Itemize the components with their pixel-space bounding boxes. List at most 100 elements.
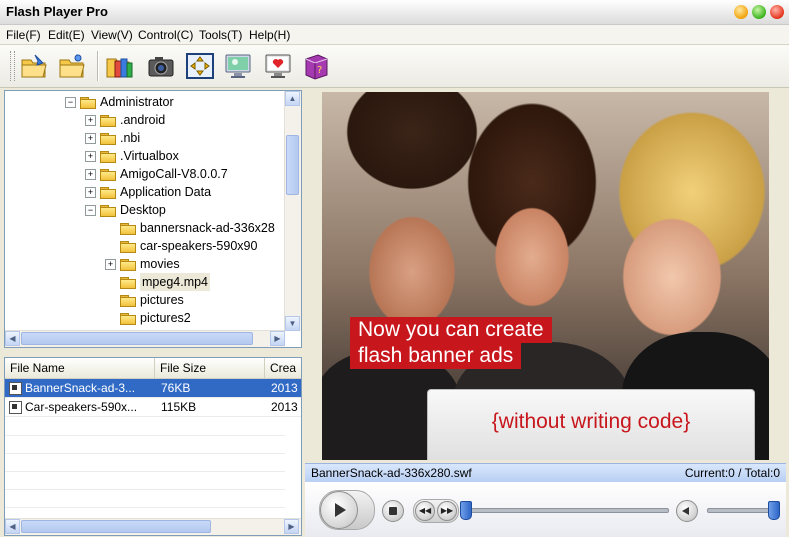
folder-icon: [80, 96, 96, 109]
screen-heart-icon[interactable]: [262, 50, 294, 82]
tree-item-label: .Virtualbox: [120, 149, 179, 163]
grid-line: [5, 489, 285, 490]
play-counter: Current:0 / Total:0: [684, 466, 780, 480]
tree-item[interactable]: + .Virtualbox: [5, 147, 283, 165]
tree-expander[interactable]: −: [85, 205, 96, 216]
library-icon[interactable]: [104, 50, 136, 82]
column-file-size[interactable]: File Size: [155, 358, 265, 378]
folder-icon: [120, 294, 136, 307]
tree-item[interactable]: mpeg4.mp4: [5, 273, 283, 291]
file-row[interactable]: BannerSnack-ad-3... 76KB 2013: [5, 379, 301, 398]
menu-view[interactable]: View(V): [91, 28, 133, 42]
grid-line: [5, 507, 285, 508]
folder-icon: [100, 168, 116, 181]
scroll-right-button[interactable]: ▶: [284, 519, 299, 534]
previous-button[interactable]: ◀◀: [415, 501, 435, 521]
tree-horizontal-scrollbar[interactable]: ◀ ▶: [5, 330, 285, 347]
banner-headline-line1: Now you can create: [350, 317, 552, 343]
folder-icon: [120, 240, 136, 253]
menu-file[interactable]: File(F): [6, 28, 41, 42]
volume-track[interactable]: [707, 508, 775, 513]
stop-button[interactable]: [382, 500, 404, 522]
file-icon: [9, 401, 22, 414]
fullscreen-icon[interactable]: [184, 50, 216, 82]
tree-expander[interactable]: +: [85, 187, 96, 198]
file-created: 2013: [271, 400, 298, 414]
tree-item[interactable]: + movies: [5, 255, 283, 273]
minimize-button[interactable]: [734, 5, 748, 19]
toolbar: ?: [0, 45, 789, 88]
video-display[interactable]: Now you can create flash banner ads {wit…: [322, 92, 769, 460]
tree-item-label: movies: [140, 257, 180, 271]
volume-thumb[interactable]: [768, 501, 780, 520]
tree-item-label: pictures: [140, 293, 184, 307]
tree-item[interactable]: + AmigoCall-V8.0.0.7: [5, 165, 283, 183]
tree-expander[interactable]: +: [85, 115, 96, 126]
tree-expander[interactable]: +: [85, 169, 96, 180]
status-bar: BannerSnack-ad-336x280.swf Current:0 / T…: [305, 463, 786, 483]
scroll-left-button[interactable]: ◀: [5, 331, 20, 346]
tree-expander[interactable]: +: [85, 133, 96, 144]
playback-controls: ◀◀ ▶▶: [305, 482, 786, 537]
toolbar-separator: [97, 51, 99, 81]
tree-expander[interactable]: +: [105, 259, 116, 270]
menu-tools[interactable]: Tools(T): [199, 28, 242, 42]
tree-item-label: .nbi: [120, 131, 141, 145]
tree-item[interactable]: − Desktop: [5, 201, 283, 219]
menu-control[interactable]: Control(C): [138, 28, 193, 42]
file-name: BannerSnack-ad-3...: [25, 381, 136, 395]
volume-icon[interactable]: [676, 500, 698, 522]
file-list-horizontal-scrollbar[interactable]: ◀ ▶: [5, 518, 301, 535]
tree-item[interactable]: pictures2: [5, 309, 283, 327]
play-button-housing: [319, 490, 375, 530]
folder-icon: [120, 312, 136, 325]
menu-bar: File(F) Edit(E) View(V) Control(C) Tools…: [0, 25, 789, 45]
scroll-thumb[interactable]: [286, 135, 299, 195]
open-file-icon[interactable]: [18, 50, 50, 82]
column-created[interactable]: Crea: [265, 358, 301, 378]
scroll-thumb[interactable]: [21, 332, 253, 345]
tree-item[interactable]: − Administrator: [5, 93, 283, 111]
tree-item[interactable]: car-speakers-590x90: [5, 237, 283, 255]
tree-item[interactable]: pictures: [5, 291, 283, 309]
tree-item-label: Administrator: [100, 95, 174, 109]
scroll-up-button[interactable]: ▲: [285, 91, 300, 106]
scroll-left-button[interactable]: ◀: [5, 519, 20, 534]
monitor-icon[interactable]: [222, 50, 254, 82]
scroll-thumb[interactable]: [21, 520, 211, 533]
file-row[interactable]: Car-speakers-590x... 115KB 2013: [5, 398, 301, 417]
tree-item[interactable]: + Application Data: [5, 183, 283, 201]
scroll-right-button[interactable]: ▶: [270, 331, 285, 346]
seek-thumb[interactable]: [460, 501, 472, 520]
video-laptop: {without writing code}: [427, 389, 755, 460]
tree-item[interactable]: + .android: [5, 111, 283, 129]
open-folder-icon[interactable]: [56, 50, 88, 82]
next-button[interactable]: ▶▶: [437, 501, 457, 521]
file-size: 115KB: [161, 400, 197, 414]
svg-text:?: ?: [317, 65, 322, 76]
help-book-icon[interactable]: ?: [300, 50, 332, 82]
camera-icon[interactable]: [145, 50, 177, 82]
file-list[interactable]: File Name File Size Crea BannerSnack-ad-…: [4, 357, 302, 536]
scroll-down-button[interactable]: ▼: [285, 316, 300, 331]
menu-edit[interactable]: Edit(E): [48, 28, 85, 42]
seek-track[interactable]: [461, 508, 669, 513]
tree-item[interactable]: + .nbi: [5, 129, 283, 147]
tree-vertical-scrollbar[interactable]: ▲ ▼: [284, 91, 301, 331]
folder-icon: [100, 114, 116, 127]
close-button[interactable]: [770, 5, 784, 19]
folder-tree[interactable]: − Administrator + .android + .nbi + .Virtualbox…: [4, 90, 302, 348]
play-button[interactable]: [320, 491, 358, 529]
folder-icon: [100, 132, 116, 145]
file-list-header: File Name File Size Crea: [5, 358, 301, 379]
tree-item[interactable]: bannersnack-ad-336x28: [5, 219, 283, 237]
toolbar-grip[interactable]: [10, 51, 15, 81]
tree-expander[interactable]: +: [85, 151, 96, 162]
column-file-name[interactable]: File Name: [5, 358, 155, 378]
grid-line: [5, 435, 285, 436]
folder-icon: [120, 258, 136, 271]
menu-help[interactable]: Help(H): [249, 28, 290, 42]
folder-icon: [120, 276, 136, 289]
maximize-button[interactable]: [752, 5, 766, 19]
tree-expander[interactable]: −: [65, 97, 76, 108]
